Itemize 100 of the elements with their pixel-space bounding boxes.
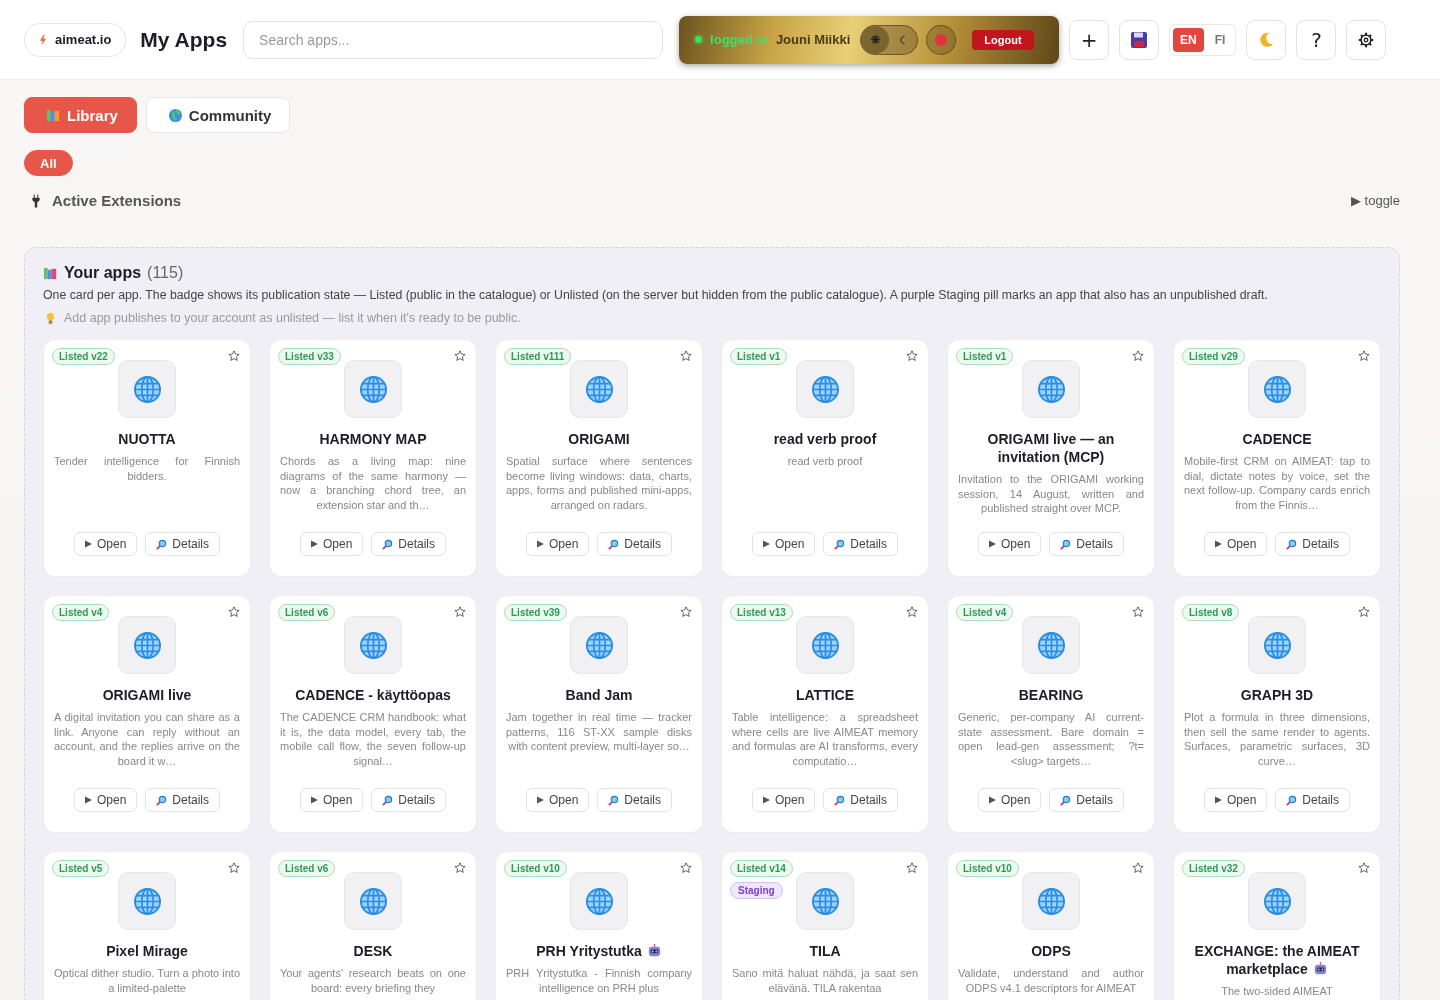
globe-icon (1036, 374, 1066, 404)
globe-icon (810, 886, 840, 916)
details-button[interactable]: Details (1049, 788, 1124, 812)
details-button[interactable]: Details (371, 532, 446, 556)
toggle-link[interactable]: ▶ toggle (1350, 193, 1400, 208)
books-icon (46, 107, 61, 123)
search-field[interactable]: Search apps... (243, 20, 664, 59)
magnifier-icon (382, 794, 394, 806)
star-icon[interactable] (1358, 350, 1370, 362)
app-description: read verb proof (786, 454, 864, 469)
app-name: Pixel Mirage (106, 943, 188, 959)
star-icon[interactable] (680, 606, 692, 618)
settings-button[interactable] (1346, 19, 1387, 60)
star-icon[interactable] (906, 350, 918, 362)
floppy-icon (1130, 30, 1149, 49)
plug-icon (32, 193, 40, 208)
moon-icon (1257, 30, 1276, 49)
star-icon[interactable] (228, 350, 240, 362)
star-icon[interactable] (454, 862, 466, 874)
open-button[interactable]: Open (751, 532, 816, 556)
status-badge: Listed v1 (730, 348, 788, 365)
nav-tab[interactable]: Library (24, 97, 137, 133)
magnifier-icon (382, 538, 394, 550)
brand-logo[interactable]: aimeat.io (24, 22, 127, 57)
language-option[interactable]: FI (1207, 27, 1233, 52)
app-name: TILA (809, 943, 841, 959)
lightning-icon (39, 33, 47, 46)
status-badge: Listed v6 (278, 604, 336, 621)
panel-title: Your apps (64, 264, 142, 282)
open-button[interactable]: Open (525, 788, 590, 812)
help-button[interactable]: ? (1296, 19, 1337, 60)
star-icon[interactable] (228, 862, 240, 874)
star-icon[interactable] (1132, 606, 1144, 618)
play-icon (762, 796, 770, 804)
save-button[interactable] (1119, 19, 1160, 60)
app-description: Tender intelligence for Finnish bidders. (54, 454, 240, 484)
app-name: CADENCE (1242, 431, 1312, 447)
star-icon[interactable] (228, 606, 240, 618)
language-option[interactable]: EN (1173, 27, 1204, 52)
details-button[interactable]: Details (823, 788, 898, 812)
play-icon (310, 796, 318, 804)
app-description: Jam together in real time — tracker patterns, 116 ST-XX sample disks with content preview, multi-layer so… (506, 710, 692, 754)
app-name: EXCHANGE: the AIMEAT marketplace (1194, 943, 1360, 977)
star-icon[interactable] (1132, 350, 1144, 362)
logout-button[interactable]: Logout (972, 29, 1034, 50)
open-button[interactable]: Open (1203, 532, 1268, 556)
details-button[interactable]: Details (597, 532, 672, 556)
play-icon (988, 796, 996, 804)
lightbulb-icon (46, 311, 55, 325)
details-button[interactable]: Details (1275, 788, 1350, 812)
app-name: DESK (353, 943, 393, 959)
details-button[interactable]: Details (1049, 532, 1124, 556)
app-description: Spatial surface where sentences become living windows: data, charts, apps, forms and published mini-apps, arranged on radars. (506, 454, 692, 513)
star-icon[interactable] (1358, 862, 1370, 874)
star-icon[interactable] (680, 350, 692, 362)
star-icon[interactable] (1132, 862, 1144, 874)
details-button[interactable]: Details (145, 532, 220, 556)
star-icon[interactable] (1358, 606, 1370, 618)
star-icon[interactable] (454, 350, 466, 362)
app-description: Mobile-first CRM on AIMEAT: tap to dial, dictate notes by voice, set the next follow-up. Company cards enrich from the Finnis… (1184, 454, 1370, 513)
details-button[interactable]: Details (145, 788, 220, 812)
open-button[interactable]: Open (73, 532, 138, 556)
filter-chip[interactable]: All (24, 150, 73, 176)
app-description: Optical dither studio. Turn a photo into a limited-palette (54, 966, 240, 996)
open-button[interactable]: Open (73, 788, 138, 812)
star-icon[interactable] (906, 606, 918, 618)
magnifier-icon (156, 538, 168, 550)
nav-tab[interactable]: Community (145, 97, 291, 133)
record-button[interactable] (926, 24, 957, 55)
open-button[interactable]: Open (751, 788, 816, 812)
details-button[interactable]: Details (597, 788, 672, 812)
star-icon[interactable] (906, 862, 918, 874)
open-button[interactable]: Open (977, 788, 1042, 812)
books-icon (43, 265, 58, 281)
login-status: logged in (710, 32, 768, 47)
open-button[interactable]: Open (977, 532, 1042, 556)
status-badge: Listed v39 (504, 604, 567, 621)
open-button[interactable]: Open (525, 532, 590, 556)
globe-icon (132, 630, 162, 660)
magnifier-icon (1286, 794, 1298, 806)
brand-name: aimeat.io (55, 32, 112, 47)
globe-icon (584, 374, 614, 404)
star-icon[interactable] (454, 606, 466, 618)
open-button[interactable]: Open (1203, 788, 1268, 812)
app-name: read verb proof (773, 431, 877, 447)
status-badge: Listed v22 (52, 348, 115, 365)
app-description: Sano mitä haluat nähdä, ja saat sen elävänä. TILA rakentaa (732, 966, 918, 996)
details-button[interactable]: Details (371, 788, 446, 812)
details-button[interactable]: Details (1275, 532, 1350, 556)
globe-icon (132, 886, 162, 916)
add-button[interactable]: + (1069, 19, 1110, 60)
theme-toggle[interactable] (860, 24, 919, 55)
star-icon[interactable] (680, 862, 692, 874)
play-icon (1214, 796, 1222, 804)
status-badge: Listed v29 (1182, 348, 1245, 365)
play-icon (310, 540, 318, 548)
play-icon (536, 796, 544, 804)
details-button[interactable]: Details (823, 532, 898, 556)
open-button[interactable]: Open (299, 788, 364, 812)
open-button[interactable]: Open (299, 532, 364, 556)
